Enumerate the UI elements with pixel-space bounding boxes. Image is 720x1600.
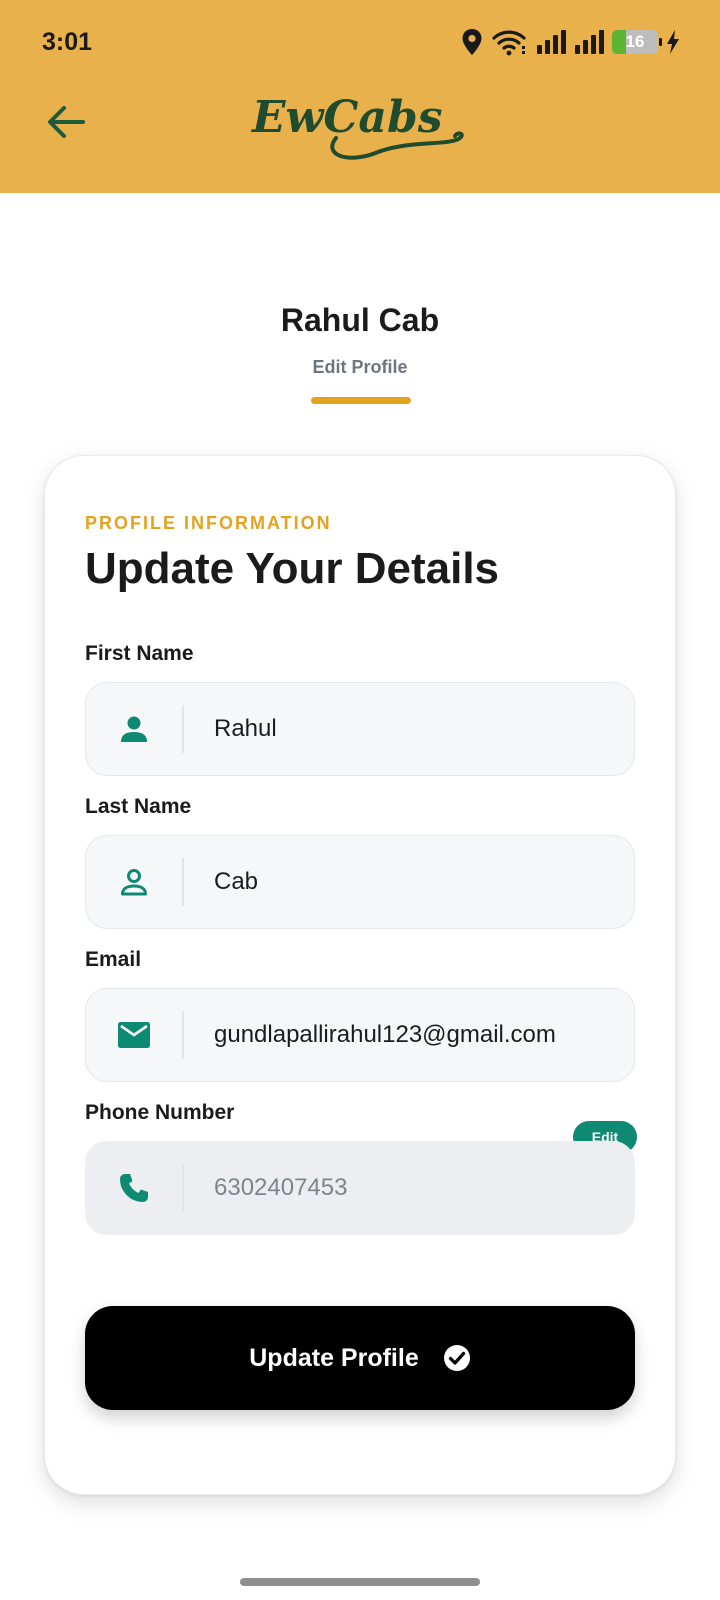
signal-icon — [537, 30, 566, 54]
section-label: PROFILE INFORMATION — [85, 513, 332, 533]
profile-name: Rahul Cab — [280, 302, 440, 338]
logo-text: EwCabs — [250, 92, 442, 143]
person-filled-icon — [121, 716, 147, 742]
person-outline-icon — [121, 869, 147, 896]
update-profile-button[interactable]: Update Profile — [85, 1306, 635, 1410]
phone-input: 6302407453 — [214, 1174, 348, 1201]
last-name-label: Last Name — [85, 795, 192, 818]
status-time: 3:01 — [42, 28, 93, 56]
phone-label: Phone Number — [85, 1101, 235, 1124]
title-underline — [311, 397, 411, 404]
profile-form-card: PROFILE INFORMATION Update Your Details … — [44, 455, 676, 1495]
battery-icon: 16 — [612, 30, 662, 54]
first-name-field[interactable]: Rahul — [85, 682, 635, 776]
email-input[interactable]: gundlapallirahul123@gmail.com — [184, 1021, 634, 1049]
email-label: Email — [85, 948, 142, 971]
home-indicator[interactable] — [240, 1578, 480, 1586]
first-name-input[interactable]: Rahul — [184, 715, 634, 743]
mail-icon — [118, 1022, 150, 1048]
update-profile-label: Update Profile — [249, 1343, 419, 1372]
form-title: Update Your Details — [85, 544, 500, 593]
status-bar: 3:01 16 — [0, 0, 720, 80]
last-name-field[interactable]: Cab — [85, 835, 635, 929]
ewcabs-logo: EwCabs — [250, 92, 464, 160]
phone-field: 6302407453 — [85, 1141, 635, 1235]
battery-level: 16 — [625, 32, 645, 51]
last-name-input[interactable]: Cab — [184, 868, 634, 896]
status-icons: 16 — [460, 26, 680, 58]
check-circle-icon — [443, 1345, 470, 1371]
phone-icon — [120, 1174, 148, 1202]
location-icon — [462, 29, 482, 55]
wifi-icon — [492, 30, 526, 56]
charging-icon — [667, 30, 679, 54]
signal-icon — [575, 30, 604, 54]
back-button[interactable] — [40, 96, 92, 148]
profile-subtitle: Edit Profile — [312, 357, 408, 377]
app-header: 3:01 16 EwCabs — [0, 0, 720, 193]
email-field[interactable]: gundlapallirahul123@gmail.com — [85, 988, 635, 1082]
first-name-label: First Name — [85, 642, 194, 665]
arrow-left-icon — [48, 106, 85, 138]
